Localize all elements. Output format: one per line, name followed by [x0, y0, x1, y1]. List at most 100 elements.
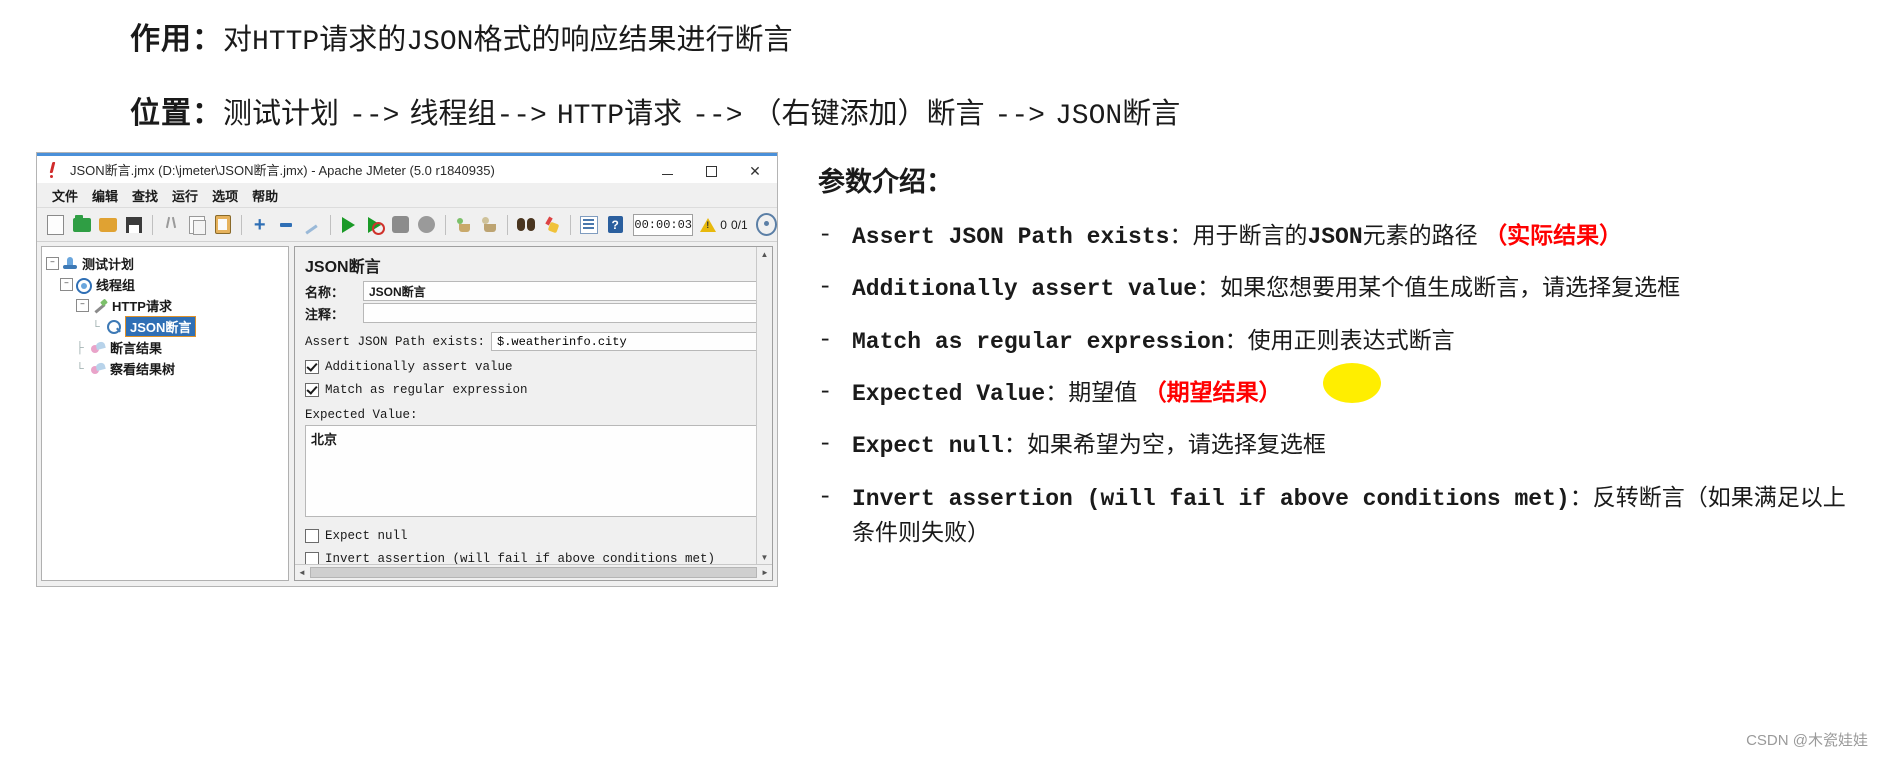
remote-gauge-icon[interactable]: [755, 213, 777, 236]
tree-node-json-assertion[interactable]: └ JSON断言: [46, 316, 284, 337]
search-icon[interactable]: [516, 214, 536, 236]
menu-run[interactable]: 运行: [165, 186, 205, 205]
heading-location-arrow2: -->: [496, 101, 547, 132]
heading-location-seg11: 断言: [1122, 98, 1181, 130]
additionally-assert-row[interactable]: Additionally assert value: [305, 360, 764, 374]
scroll-up-icon[interactable]: ▲: [757, 247, 772, 262]
expander-icon[interactable]: –: [76, 299, 89, 312]
menu-file[interactable]: 文件: [45, 186, 85, 205]
expect-null-row[interactable]: Expect null: [305, 529, 764, 543]
maximize-button[interactable]: [689, 157, 733, 186]
collapse-all-icon[interactable]: [276, 214, 296, 236]
bullet-colon: ：: [1045, 379, 1069, 406]
heading-location-http: HTTP: [556, 101, 625, 132]
menu-options[interactable]: 选项: [205, 186, 245, 205]
test-plan-icon: [62, 256, 78, 272]
heading-location-seg3: 线程组: [409, 98, 497, 130]
clear-icon[interactable]: [453, 214, 473, 236]
bullet-term: Assert JSON Path exists: [852, 224, 1170, 250]
open-template-icon[interactable]: [72, 214, 92, 236]
elapsed-timer: 00:00:03: [633, 213, 694, 236]
assertion-results-icon: [90, 340, 106, 356]
scroll-right-icon[interactable]: ►: [758, 566, 772, 580]
menu-search[interactable]: 查找: [125, 186, 165, 205]
json-assertion-panel: JSON断言 名称： JSON断言 注释： Assert JSON Path e…: [294, 246, 773, 581]
additionally-assert-checkbox[interactable]: [305, 360, 319, 374]
bullet-red-note: （实际结果）: [1484, 222, 1623, 248]
regex-match-checkbox[interactable]: [305, 383, 319, 397]
panel-horizontal-scrollbar[interactable]: ◄ ►: [295, 564, 772, 580]
hscroll-thumb[interactable]: [310, 567, 757, 578]
help-icon[interactable]: ?: [605, 214, 625, 236]
view-results-tree-icon: [90, 361, 106, 377]
menu-edit[interactable]: 编辑: [85, 186, 125, 205]
scroll-down-icon[interactable]: ▼: [757, 550, 772, 565]
tree-node-test-plan[interactable]: – 测试计划: [46, 253, 284, 274]
bullet-colon: ：: [1169, 222, 1193, 248]
bullet-desc-pre: 使用正则表达式断言: [1247, 326, 1455, 353]
warning-indicator[interactable]: 0 0/1: [700, 217, 748, 232]
heading-location-label: 位置：: [130, 97, 223, 130]
expect-null-checkbox[interactable]: [305, 529, 319, 543]
clear-all-icon[interactable]: [479, 214, 499, 236]
heading-purpose-http: HTTP: [252, 27, 320, 58]
test-plan-tree[interactable]: – 测试计划 – 线程组 – HTTP请求 └ JSON断言 ├ 断言结果 └ …: [41, 246, 289, 581]
expander-icon[interactable]: –: [46, 257, 59, 270]
tree-node-view-results-tree[interactable]: └ 察看结果树: [46, 358, 284, 379]
name-label: 名称：: [305, 284, 345, 300]
comment-input[interactable]: [363, 303, 764, 323]
bullet-desc-pre: 用于断言的: [1192, 222, 1308, 248]
tree-node-http-request[interactable]: – HTTP请求: [46, 295, 284, 316]
expand-all-icon[interactable]: +: [250, 214, 270, 236]
cut-icon[interactable]: [161, 214, 181, 236]
assert-path-input[interactable]: $.weatherinfo.city: [491, 332, 764, 351]
panel-vertical-scrollbar[interactable]: ▲ ▼: [756, 247, 772, 565]
menu-help[interactable]: 帮助: [245, 186, 285, 205]
invert-assertion-label: Invert assertion (will fail if above con…: [325, 552, 716, 564]
search-reset-icon[interactable]: [542, 214, 562, 236]
open-folder-icon[interactable]: [98, 214, 118, 236]
minimize-button[interactable]: [645, 157, 689, 186]
regex-match-row[interactable]: Match as regular expression: [305, 383, 764, 397]
expander-icon[interactable]: –: [60, 278, 73, 291]
toggle-icon[interactable]: [302, 214, 322, 236]
bullet-term: Additionally assert value: [852, 276, 1198, 303]
bullet-term: Expected Value: [852, 381, 1046, 408]
bullet-desc-pre: 期望值: [1068, 379, 1144, 406]
comment-label: 注释：: [305, 306, 345, 322]
heading-location-arrow1: -->: [349, 101, 400, 132]
start-no-pauses-icon[interactable]: [365, 214, 386, 236]
invert-assertion-checkbox[interactable]: [305, 552, 319, 564]
new-file-icon[interactable]: [46, 214, 66, 236]
thread-count: 0/1: [730, 217, 748, 232]
bullet-dash: -: [818, 431, 833, 459]
start-icon[interactable]: [339, 214, 359, 236]
paste-icon[interactable]: [213, 214, 233, 236]
jmeter-app-icon: [47, 162, 61, 178]
heading-purpose-seg5: 格式的响应结果进行断言: [473, 24, 793, 56]
panel-content: JSON断言 名称： JSON断言 注释： Assert JSON Path e…: [295, 247, 772, 564]
copy-icon[interactable]: [187, 214, 207, 236]
bullet-term: Invert assertion (will fail if above con…: [852, 485, 1570, 512]
scroll-left-icon[interactable]: ◄: [295, 566, 309, 580]
bullet-colon: ：: [1224, 326, 1248, 353]
close-icon[interactable]: ✕: [733, 157, 777, 186]
bullet-invert-assertion: - Invert assertion (will fail if above c…: [818, 481, 1868, 550]
bullet-match-regex: - Match as regular expression：使用正则表达式断言: [818, 324, 1868, 359]
tree-node-assertion-results[interactable]: ├ 断言结果: [46, 337, 284, 358]
warning-count: 0: [720, 217, 727, 232]
save-icon[interactable]: [124, 214, 144, 236]
invert-assertion-row[interactable]: Invert assertion (will fail if above con…: [305, 552, 764, 564]
tree-node-thread-group[interactable]: – 线程组: [46, 274, 284, 295]
bullet-additionally-assert-value: - Additionally assert value：如果您想要用某个值生成断…: [818, 271, 1868, 306]
expected-value-textarea[interactable]: 北京: [305, 425, 764, 517]
bullet-dash: -: [818, 274, 833, 302]
heading-location-seg6: 请求: [624, 98, 683, 130]
function-helper-icon[interactable]: [579, 214, 599, 236]
tree-connector: ├: [76, 341, 84, 354]
shutdown-icon[interactable]: [417, 214, 437, 236]
expect-null-label: Expect null: [325, 529, 408, 543]
toolbar-divider: [329, 214, 331, 235]
stop-icon[interactable]: [391, 214, 411, 236]
name-input[interactable]: JSON断言: [363, 281, 764, 301]
